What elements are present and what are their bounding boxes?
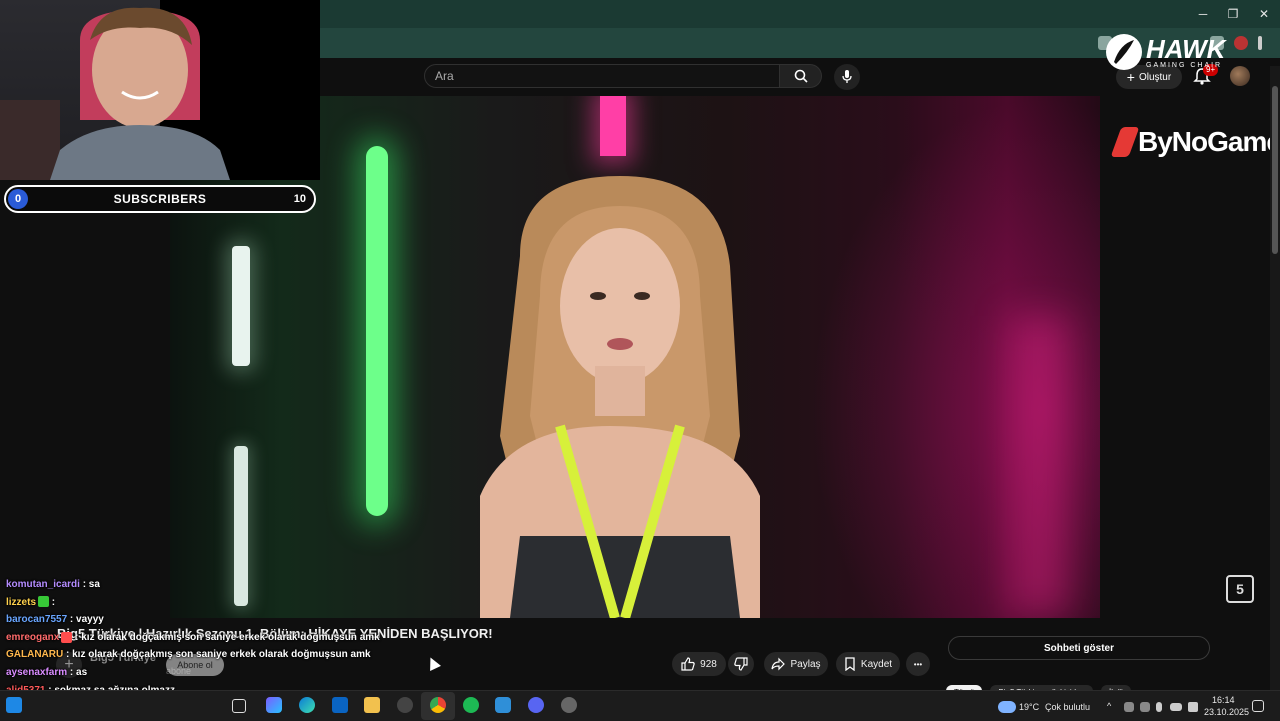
chat-username: aysenaxfarm xyxy=(6,666,68,678)
chat-text: : sa xyxy=(79,579,100,590)
neon-light-white xyxy=(232,246,250,366)
chat-username: lizzets xyxy=(6,596,37,608)
chat-text: : vayyy xyxy=(67,614,104,626)
chat-text: : kız olarak doğçakmış son saniye erkek … xyxy=(72,631,380,643)
bynogame-wordmark: ByNoGame xyxy=(1138,126,1280,157)
save-label: Kaydet xyxy=(860,658,893,670)
kebab-menu-icon[interactable] xyxy=(1258,36,1262,50)
hawk-subtitle: GAMING CHAIR xyxy=(1146,61,1223,69)
tray-app2-icon[interactable] xyxy=(1140,702,1150,712)
tray-overflow-chevron-icon[interactable]: ^ xyxy=(1107,701,1111,711)
microphone-tray-icon[interactable] xyxy=(1156,702,1162,712)
subscribers-goal: 10 xyxy=(293,193,306,205)
discord-icon[interactable] xyxy=(528,697,544,713)
more-actions-button[interactable]: ••• xyxy=(906,652,930,676)
minimize-button[interactable]: ─ xyxy=(1188,0,1218,28)
chat-message: komutan_icardi : sa xyxy=(6,576,486,594)
restore-button[interactable]: ❐ xyxy=(1218,0,1248,28)
subscribers-goal-bar: 0 SUBSCRIBERS 10 xyxy=(4,185,316,213)
file-explorer-icon[interactable] xyxy=(364,697,380,713)
dislike-button[interactable] xyxy=(728,652,754,676)
chat-username: komutan_icardi xyxy=(6,579,80,590)
obs-icon[interactable] xyxy=(561,697,577,713)
edge-icon[interactable] xyxy=(299,697,315,713)
weather-icon[interactable] xyxy=(998,701,1016,713)
share-label: Paylaş xyxy=(790,658,821,670)
chat-emote-icon xyxy=(38,596,50,608)
tray-weather: Çok bulutlu xyxy=(1045,702,1091,712)
hawk-title: HAWK xyxy=(1146,33,1226,64)
copilot-icon[interactable] xyxy=(266,697,282,713)
hawk-logo: HAWK GAMING CHAIR xyxy=(1106,34,1225,70)
search-icon xyxy=(794,69,808,83)
account-avatar[interactable] xyxy=(1230,66,1250,86)
outlook-icon[interactable] xyxy=(332,697,348,713)
page-scrollbar[interactable] xyxy=(1270,66,1280,690)
chat-message: GALANARU : kız olarak doğçakmış son sani… xyxy=(6,646,486,664)
volume-icon[interactable] xyxy=(1188,702,1198,712)
notification-center-icon[interactable] xyxy=(1252,700,1264,712)
xbox-icon[interactable] xyxy=(397,697,413,713)
streamer-figure xyxy=(0,0,320,180)
tray-time: 16:14 xyxy=(1212,695,1235,705)
save-button[interactable]: Kaydet xyxy=(836,652,900,676)
bookmark-icon xyxy=(845,657,855,671)
search-input[interactable]: Ara xyxy=(424,64,780,88)
chrome-icon[interactable] xyxy=(430,697,446,713)
share-icon xyxy=(771,657,786,671)
like-button[interactable]: 928 xyxy=(672,652,726,676)
search-button[interactable] xyxy=(780,64,822,88)
tray-temperature: 19°C xyxy=(1019,702,1040,712)
streamer-webcam xyxy=(0,0,320,180)
bynogame-logo: ByNoGame xyxy=(1110,126,1280,158)
chat-username: emreoganx xyxy=(6,631,60,643)
chat-message: lizzets : xyxy=(6,594,486,612)
chat-text: : xyxy=(49,596,56,608)
network-icon[interactable] xyxy=(1170,703,1182,711)
scrollbar-thumb[interactable] xyxy=(1272,86,1278,254)
voice-search-button[interactable] xyxy=(834,64,860,90)
tray-app-icon[interactable] xyxy=(1124,702,1134,712)
create-label: Oluştur xyxy=(1138,71,1172,83)
neon-light-green xyxy=(366,146,388,516)
steam-icon[interactable] xyxy=(495,697,511,713)
chat-text: : as xyxy=(67,666,88,678)
share-button[interactable]: Paylaş xyxy=(764,652,828,676)
like-count: 928 xyxy=(700,658,717,670)
chat-username: GALANARU xyxy=(6,649,64,661)
chat-text: : kız olarak doğçakmış son saniye erkek … xyxy=(63,649,371,661)
spotify-icon[interactable] xyxy=(463,697,479,713)
chat-emote-icon xyxy=(61,631,73,643)
bynogame-mark-icon xyxy=(1110,127,1140,157)
show-chat-button[interactable]: Sohbeti göster xyxy=(948,636,1210,660)
microphone-icon xyxy=(842,70,852,83)
subscribers-label: SUBSCRIBERS xyxy=(113,192,207,206)
profile-icon[interactable] xyxy=(1234,36,1248,50)
chat-username: barocan7557 xyxy=(6,614,68,626)
chat-message: aysenaxfarm : as xyxy=(6,664,486,682)
chat-message: barocan7557 : vayyy xyxy=(6,611,486,629)
chat-message: emreoganx : kız olarak doğçakmış son san… xyxy=(6,629,486,647)
hawk-feather-icon xyxy=(1106,34,1142,70)
thumbs-down-icon xyxy=(734,657,748,671)
search-placeholder: Ara xyxy=(435,69,454,83)
close-button[interactable]: ✕ xyxy=(1249,0,1279,28)
neon-light-pink-glow xyxy=(1010,316,1070,616)
big5-watermark: 5 xyxy=(1226,575,1254,603)
plus-icon: + xyxy=(1126,69,1135,85)
thumbs-up-icon xyxy=(681,657,695,671)
task-view-icon[interactable] xyxy=(232,699,246,713)
video-person-figure xyxy=(480,176,760,618)
start-icon[interactable] xyxy=(6,697,22,713)
tray-date: 23.10.2025 xyxy=(1204,707,1250,717)
